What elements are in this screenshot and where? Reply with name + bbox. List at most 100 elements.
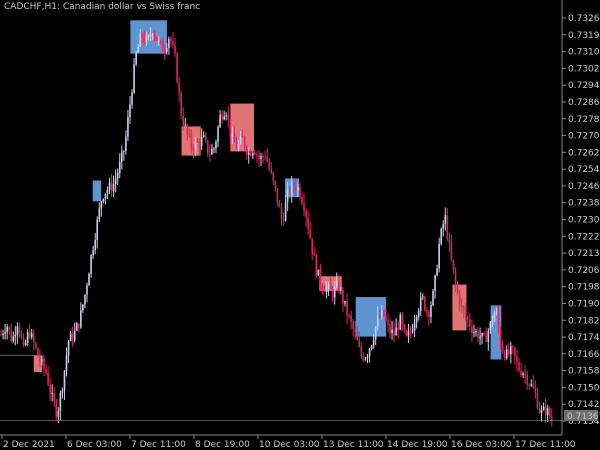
candle-bear (450, 243, 453, 260)
candle-bear (485, 334, 488, 342)
price-tick-label: 0.72620 (568, 148, 600, 158)
candle-bull (61, 390, 64, 393)
candle-bear (188, 133, 191, 135)
candle-bear (18, 326, 21, 333)
price-tick-label: 0.73020 (568, 64, 600, 74)
candle-bear (172, 40, 174, 46)
candle-bear (78, 323, 80, 328)
candle-bear (192, 147, 195, 151)
candle-bull (399, 314, 402, 330)
candle-bear (460, 305, 463, 307)
candle-bear (22, 337, 25, 345)
candle-bear (233, 134, 236, 143)
candle-bull (395, 327, 397, 336)
candle-bear (503, 352, 506, 359)
candle-bear (243, 136, 246, 148)
candle-bear (37, 347, 39, 356)
candle-bear (385, 316, 387, 321)
candle-bull (157, 40, 160, 42)
candle-bull (4, 332, 6, 334)
candle-bear (155, 36, 158, 41)
candle-bear (262, 155, 264, 157)
candle-bear (245, 147, 248, 155)
candle-bear (178, 82, 180, 94)
candle-bear (309, 228, 311, 239)
candle-bear (428, 311, 430, 317)
candle-bull (73, 330, 76, 341)
candle-bear (467, 316, 469, 320)
candle-bull (102, 198, 105, 202)
candle-bull (145, 37, 148, 43)
time-tick-label: 8 Dec 19:00 (195, 440, 250, 450)
candle-bull (436, 268, 438, 276)
price-tick-label: 0.73100 (568, 48, 600, 58)
candle-bull (540, 409, 543, 413)
candle-bull (211, 148, 213, 155)
candle-bear (49, 384, 51, 394)
candle-bear (319, 269, 322, 286)
candle-bear (0, 334, 2, 336)
candle-bull (166, 47, 168, 52)
candle-bear (153, 34, 156, 37)
candle-bear (342, 289, 344, 304)
price-tick-label: 0.72540 (568, 165, 600, 175)
price-tick-label: 0.72060 (568, 266, 600, 276)
candle-bull (481, 332, 483, 337)
candle-bear (514, 347, 516, 357)
candle-bear (161, 40, 164, 52)
candle-bull (149, 35, 152, 37)
candle-bull (247, 152, 250, 155)
candle-bear (276, 188, 279, 203)
candle-bear (229, 119, 232, 137)
candle-bull (202, 135, 205, 137)
candle-bear (221, 114, 223, 120)
candle-bull (317, 269, 320, 276)
candle-bull (364, 358, 367, 360)
candle-bear (53, 392, 56, 402)
candle-bear (143, 37, 146, 43)
candle-bear (182, 115, 185, 125)
price-tick-label: 0.72780 (568, 115, 600, 125)
candle-bull (440, 228, 442, 244)
candle-bear (507, 349, 510, 355)
time-tick-label: 6 Dec 03:00 (67, 440, 122, 450)
candle-bull (2, 333, 4, 335)
candle-bear (249, 152, 252, 156)
candle-bull (92, 250, 94, 256)
price-tick-label: 0.72940 (568, 81, 600, 91)
candle-bear (536, 392, 539, 409)
zone-blue-0 (92, 180, 102, 202)
candle-bull (372, 339, 375, 346)
candle-bull (325, 287, 328, 293)
candle-bull (114, 178, 117, 185)
candle-bull (120, 151, 123, 162)
candle-bear (350, 315, 352, 322)
candle-bull (104, 193, 107, 199)
candle-bear (362, 355, 365, 360)
candle-bull (59, 392, 62, 411)
candle-bull (333, 286, 336, 298)
price-tick-label: 0.72300 (568, 216, 600, 226)
candle-bear (180, 93, 182, 116)
candle-bull (116, 173, 119, 179)
candle-bull (444, 214, 447, 225)
candle-bear (405, 330, 408, 336)
candle-bull (376, 315, 379, 327)
candle-bull (419, 297, 422, 311)
candle-bear (360, 346, 363, 356)
candle-bull (63, 370, 66, 391)
candle-bear (204, 135, 207, 141)
candle-bear (501, 346, 504, 353)
candle-bull (438, 243, 440, 269)
candle-bear (288, 189, 291, 195)
candle-bear (282, 219, 285, 221)
candle-bull (381, 310, 383, 318)
candle-bull (522, 373, 524, 376)
price-tick-label: 0.71660 (568, 350, 600, 360)
candle-bull (495, 312, 498, 314)
candle-bull (374, 326, 377, 340)
candle-bear (227, 115, 230, 120)
price-tick-label: 0.73260 (568, 14, 600, 24)
price-chart[interactable]: 0.73260 0.73190 0.73100 0.73020 0.72940 0.728… (0, 0, 600, 450)
candle-bear (71, 333, 74, 341)
